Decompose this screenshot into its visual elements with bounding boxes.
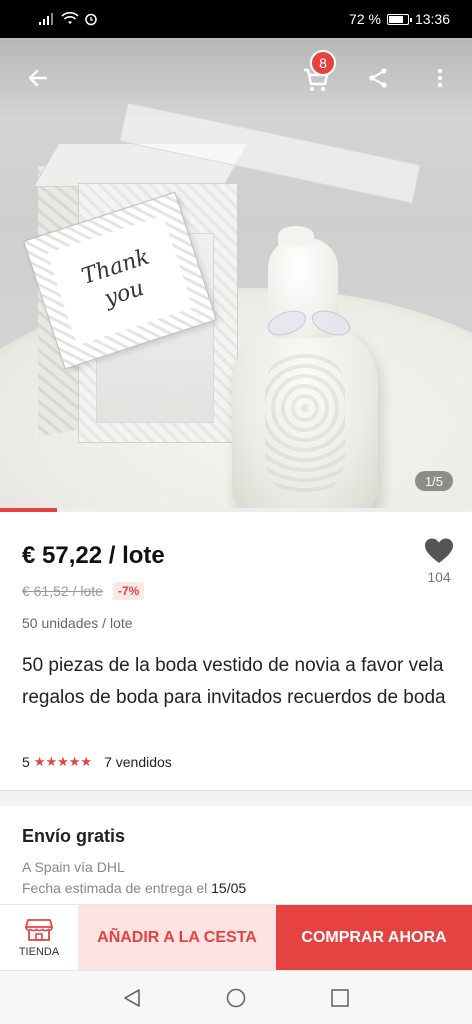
wifi-icon — [61, 12, 79, 24]
heart-icon — [425, 538, 453, 563]
product-image-gallery[interactable]: Thank you 1/5 — [0, 38, 472, 510]
original-price: € 61,52 / lote — [22, 583, 103, 599]
candle-neck-graphic — [278, 226, 314, 246]
nav-recents-button[interactable] — [320, 978, 360, 1018]
add-to-cart-button[interactable]: AÑADIR A LA CESTA — [78, 905, 276, 971]
product-price: € 57,22 / lote — [22, 542, 165, 569]
battery-percent: 72 % — [349, 11, 381, 27]
cart-count-badge: 8 — [310, 50, 336, 76]
status-bar: 72 % 13:36 — [0, 0, 472, 38]
rating-value: 5 — [22, 754, 30, 770]
signal-icon — [39, 13, 53, 25]
nav-home-icon — [226, 988, 246, 1007]
sold-count: 7 vendidos — [104, 754, 172, 770]
more-vertical-icon — [437, 68, 443, 88]
delivery-estimate-label: Fecha estimada de entrega el — [22, 880, 212, 896]
section-divider — [0, 790, 472, 806]
nav-back-button[interactable] — [112, 978, 152, 1018]
gallery-progress — [0, 508, 472, 512]
image-pager: 1/5 — [415, 471, 453, 491]
bottom-action-bar: TIENDA AÑADIR A LA CESTA COMPRAR AHORA — [0, 904, 472, 971]
units-per-lot: 50 unidades / lote — [22, 615, 133, 631]
more-options-button[interactable] — [420, 58, 460, 98]
clock: 13:36 — [414, 11, 450, 27]
discount-badge: -7% — [112, 582, 145, 600]
status-icons — [38, 12, 98, 26]
buy-now-button[interactable]: COMPRAR AHORA — [276, 905, 472, 971]
status-right: 72 % 13:36 — [349, 11, 450, 27]
shipping-method: A Spain vía DHL — [22, 859, 125, 875]
shipping-title[interactable]: Envío gratis — [22, 826, 125, 847]
delivery-date: 15/05 — [211, 880, 247, 896]
rating-row[interactable]: 5 ★★★★★ 7 vendidos — [22, 754, 172, 770]
store-icon — [25, 919, 53, 941]
nav-recents-icon — [331, 988, 349, 1007]
old-price-row: € 61,52 / lote -7% — [22, 582, 145, 600]
nav-back-icon — [124, 988, 140, 1007]
hero-top-gradient — [0, 38, 472, 118]
back-arrow-icon — [28, 69, 48, 87]
wishlist-count: 104 — [427, 569, 451, 585]
store-label: TIENDA — [18, 946, 60, 958]
alarm-icon — [85, 13, 97, 26]
product-title: 50 piezas de la boda vestido de novia a … — [22, 655, 446, 708]
share-icon — [369, 68, 387, 88]
nav-home-button[interactable] — [216, 978, 256, 1018]
store-button[interactable]: TIENDA — [0, 905, 78, 971]
skirt-pattern-graphic — [265, 348, 345, 498]
rating-stars: ★★★★★ — [33, 754, 93, 769]
share-button[interactable] — [358, 58, 398, 98]
system-navigation-bar — [0, 970, 472, 1024]
battery-icon — [386, 13, 412, 25]
bow-graphic — [264, 305, 355, 346]
wishlist-button[interactable]: 104 — [414, 537, 464, 597]
back-button[interactable] — [18, 58, 58, 98]
delivery-estimate: Fecha estimada de entrega el 15/05 — [22, 880, 246, 896]
